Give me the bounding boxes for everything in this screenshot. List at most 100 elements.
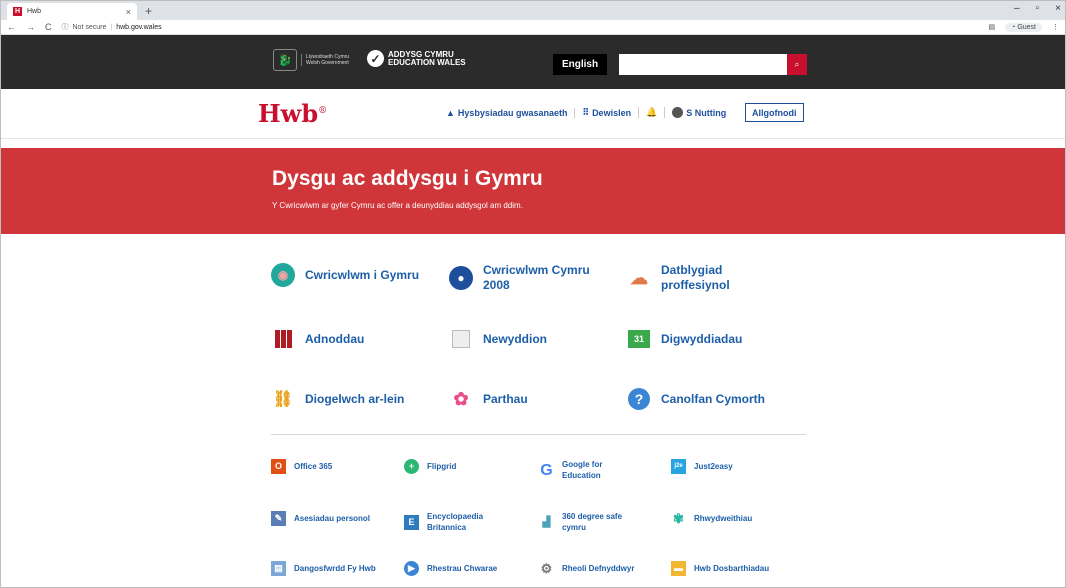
gov-top-bar: 🐉 Llywodraeth Cymru Welsh Government ✓ A… xyxy=(1,35,1065,89)
folder-icon: ▬ xyxy=(671,561,686,576)
tile-resources[interactable]: Adnoddau xyxy=(271,327,364,351)
tool-networks[interactable]: ✾ Rhwydweithiau xyxy=(671,511,752,526)
browser-tab[interactable]: H Hwb × xyxy=(7,3,137,20)
new-tab-button[interactable]: + xyxy=(145,4,152,18)
service-notices-link[interactable]: ▲ Hysbysiadau gwasanaeth xyxy=(439,107,576,118)
hwb-logo[interactable]: Hwb® xyxy=(258,99,327,128)
tool-britannica[interactable]: E Encyclopaedia Britannica xyxy=(404,511,514,533)
info-icon[interactable]: ⓘ xyxy=(62,22,69,32)
search-input[interactable] xyxy=(619,54,787,75)
brain-icon: ◉ xyxy=(271,263,295,287)
help-icon: ? xyxy=(627,387,651,411)
maximize-icon[interactable]: ▫ xyxy=(1036,3,1040,14)
search-icon[interactable]: ⌕ xyxy=(787,54,807,75)
tile-label: Cwricwlwm i Gymru xyxy=(305,267,420,282)
profile-label: Guest xyxy=(1017,23,1036,31)
tile-news[interactable]: Newyddion xyxy=(449,327,547,351)
reload-icon[interactable]: C xyxy=(45,22,52,32)
gear-icon: ⚙ xyxy=(540,561,553,576)
office-icon: O xyxy=(271,459,286,474)
url-separator: | xyxy=(110,23,113,31)
grid-icon: ⠿ xyxy=(582,107,590,117)
tile-help-centre[interactable]: ? Canolfan Cymorth xyxy=(627,387,765,411)
back-icon[interactable]: ← xyxy=(7,22,16,32)
address-bar: ← → C ⓘ Not secure | hwb.gov.wales ▤ ◔ G… xyxy=(1,20,1065,35)
notifications-button[interactable]: 🔔 xyxy=(639,107,666,118)
reading-list-icon[interactable]: ▤ xyxy=(989,23,996,31)
lightbulb-icon: ● xyxy=(449,266,473,290)
profile-button[interactable]: ◔ Guest xyxy=(1005,22,1042,32)
tile-curriculum-2008[interactable]: ● Cwricwlwm Cymru 2008 xyxy=(449,263,619,293)
edu-line-2: EDUCATION WALES xyxy=(388,57,466,67)
tool-google-for-education[interactable]: G Google for Education xyxy=(539,459,629,481)
menu-link[interactable]: ⠿ Dewislen xyxy=(575,107,640,118)
tool-manage-users[interactable]: ⚙ Rheoli Defnyddwyr xyxy=(539,561,635,576)
tool-label: Rhwydweithiau xyxy=(694,514,753,523)
tool-personal-assessments[interactable]: ✎ Asesiadau personol xyxy=(271,511,370,526)
user-name: S Nutting xyxy=(686,107,727,118)
tool-label: Rheoli Defnyddwyr xyxy=(562,564,635,573)
dashboard-icon: ▤ xyxy=(271,561,286,576)
tile-label: Adnoddau xyxy=(305,331,365,346)
tool-label: Rhestrau Chwarae xyxy=(427,564,498,573)
tab-close-icon[interactable]: × xyxy=(126,7,131,17)
calendar-icon: 31 xyxy=(627,327,651,351)
network-icon: ✾ xyxy=(673,511,684,526)
tool-label: Google for Education xyxy=(562,460,603,480)
tile-label: Datblygiad proffesiynol xyxy=(661,263,730,292)
tile-professional-development[interactable]: ☁ Datblygiad proffesiynol xyxy=(627,263,777,293)
cloud-ladder-icon: ☁ xyxy=(630,267,648,288)
calendar-day: 31 xyxy=(628,330,650,348)
address-bar-right: ▤ ◔ Guest ⋮ xyxy=(989,22,1059,32)
tool-360-safe[interactable]: ▟ 360 degree safe cymru xyxy=(539,511,629,533)
tile-label: Diogelwch ar-lein xyxy=(305,391,405,406)
education-wales-logo[interactable]: ✓ ADDYSG CYMRU EDUCATION WALES xyxy=(367,50,466,67)
tool-label: Asesiadau personol xyxy=(294,514,371,523)
omnibox[interactable]: ⓘ Not secure | hwb.gov.wales xyxy=(62,22,162,32)
safety-icon: ⛓ xyxy=(272,390,294,408)
360-safe-icon: ▟ xyxy=(542,516,551,528)
url-text[interactable]: hwb.gov.wales xyxy=(116,24,161,31)
tool-label: Encyclopaedia Britannica xyxy=(427,512,484,532)
menu-dots-icon[interactable]: ⋮ xyxy=(1052,23,1059,31)
tile-online-safety[interactable]: ⛓ Diogelwch ar-lein xyxy=(271,387,405,411)
hwb-logo-text: Hwb xyxy=(258,99,319,128)
tool-my-hwb-dashboard[interactable]: ▤ Dangosfwrdd Fy Hwb xyxy=(271,561,381,576)
tool-flipgrid[interactable]: + Flipgrid xyxy=(404,459,456,474)
newspaper-icon xyxy=(449,327,473,351)
tile-label: Parthau xyxy=(483,391,528,406)
tool-hwb-classes[interactable]: ▬ Hwb Dosbarthiadau xyxy=(671,561,769,576)
logout-button[interactable]: Allgofnodi xyxy=(745,103,804,122)
tile-zones[interactable]: ✿ Parthau xyxy=(449,387,528,411)
registered-mark: ® xyxy=(318,106,328,116)
tile-label: Newyddion xyxy=(483,331,548,346)
bell-icon: 🔔 xyxy=(646,107,658,117)
close-window-icon[interactable]: × xyxy=(1055,3,1061,14)
tool-label: Dangosfwrdd Fy Hwb xyxy=(294,564,376,573)
j2e-icon: j2e xyxy=(671,459,686,474)
page-title: Dysgu ac addysgu i Gymru xyxy=(272,167,543,190)
tile-label: Canolfan Cymorth xyxy=(661,391,766,406)
hero-banner: Dysgu ac addysgu i Gymru Y Cwricwlwm ar … xyxy=(1,148,1065,234)
minimize-icon[interactable]: – xyxy=(1014,3,1020,14)
hwb-favicon-icon: H xyxy=(13,7,22,16)
welsh-government-logo[interactable]: 🐉 Llywodraeth Cymru Welsh Government xyxy=(273,49,349,71)
user-menu[interactable]: S Nutting xyxy=(665,107,733,118)
tool-label: Office 365 xyxy=(294,462,333,471)
language-button[interactable]: English xyxy=(553,54,607,75)
tile-events[interactable]: 31 Digwyddiadau xyxy=(627,327,742,351)
window-controls: – ▫ × xyxy=(1014,3,1061,14)
tool-just2easy[interactable]: j2e Just2easy xyxy=(671,459,733,474)
tab-title: Hwb xyxy=(27,8,42,15)
dragon-icon: 🐉 xyxy=(273,49,297,71)
browser-window: H Hwb × + – ▫ × ← → C ⓘ Not secure | hwb… xyxy=(0,0,1066,588)
tile-curriculum-wales[interactable]: ◉ Cwricwlwm i Gymru xyxy=(271,263,431,287)
tool-playlists[interactable]: ▶ Rhestrau Chwarae xyxy=(404,561,497,576)
tool-label: Flipgrid xyxy=(427,462,457,471)
forward-icon[interactable]: → xyxy=(26,22,35,32)
tool-label: 360 degree safe cymru xyxy=(562,512,623,532)
assessment-icon: ✎ xyxy=(271,511,286,526)
gov-line-2: Welsh Government xyxy=(306,60,349,66)
tool-office-365[interactable]: O Office 365 xyxy=(271,459,332,474)
hwb-header: Hwb® ▲ Hysbysiadau gwasanaeth ⠿ Dewislen… xyxy=(1,89,1065,139)
